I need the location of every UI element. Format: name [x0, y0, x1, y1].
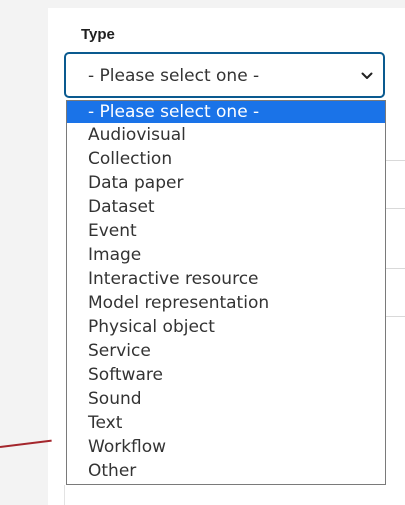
type-select-value: - Please select one -: [88, 66, 260, 86]
type-option[interactable]: Interactive resource: [67, 267, 385, 291]
annotation-line: [0, 439, 52, 448]
type-select[interactable]: - Please select one -: [64, 52, 385, 98]
type-option[interactable]: Text: [67, 411, 385, 435]
type-option[interactable]: Other: [67, 459, 385, 483]
type-field-label: Type: [81, 26, 115, 43]
type-option[interactable]: Event: [67, 219, 385, 243]
type-option[interactable]: Audiovisual: [67, 123, 385, 147]
type-option[interactable]: Data paper: [67, 171, 385, 195]
type-option[interactable]: Physical object: [67, 315, 385, 339]
chevron-down-icon: [361, 72, 373, 79]
background-divider: [64, 485, 65, 505]
type-option[interactable]: Sound: [67, 387, 385, 411]
type-option[interactable]: Collection: [67, 147, 385, 171]
type-option[interactable]: Image: [67, 243, 385, 267]
type-option[interactable]: - Please select one -: [67, 101, 385, 123]
type-option[interactable]: Service: [67, 339, 385, 363]
type-option[interactable]: Dataset: [67, 195, 385, 219]
type-option[interactable]: Workflow: [67, 435, 385, 459]
type-option[interactable]: Software: [67, 363, 385, 387]
type-options-list[interactable]: - Please select one - Audiovisual Collec…: [66, 100, 386, 485]
type-option[interactable]: Model representation: [67, 291, 385, 315]
